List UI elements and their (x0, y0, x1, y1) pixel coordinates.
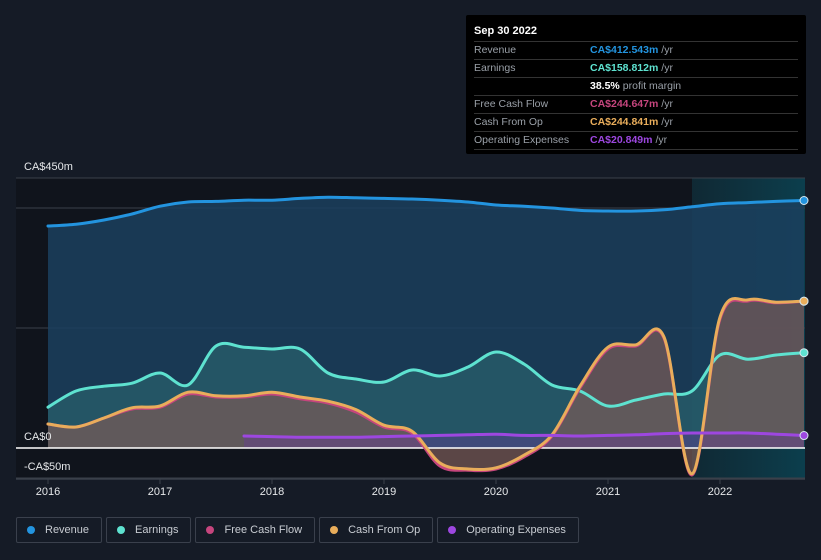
tooltip-row-label: Free Cash Flow (474, 98, 549, 110)
tooltip-row-label: Operating Expenses (474, 134, 570, 146)
endpoint-earnings (799, 348, 809, 358)
x-tick-label: 2018 (260, 486, 284, 498)
tooltip-row-unit: /yr (661, 62, 673, 74)
y-tick-label-zero: CA$0 (24, 431, 52, 443)
tooltip-row-unit: profit margin (622, 80, 682, 92)
tooltip-row: Cash From Op CA$244.841m/yr (474, 114, 798, 132)
tooltip-row-value: CA$158.812m (590, 62, 659, 74)
x-tick-label: 2019 (372, 486, 396, 498)
legend-dot-icon (117, 526, 126, 534)
tooltip-row-label: Revenue (474, 44, 517, 56)
tooltip-row-unit: /yr (661, 116, 673, 128)
legend-label: Cash From Op (348, 524, 421, 536)
tooltip-row-value: CA$244.647m (590, 98, 659, 110)
tooltip-row: Operating Expenses CA$20.849m/yr (474, 132, 798, 150)
legend-dot-icon (448, 526, 457, 534)
legend-item-revenue[interactable]: Revenue (16, 517, 103, 543)
tooltip-row-value: 38.5% (590, 80, 620, 92)
tooltip-row: Earnings CA$158.812m/yr (474, 60, 798, 78)
x-tick-label: 2021 (596, 486, 620, 498)
x-tick-label: 2016 (36, 486, 60, 498)
legend-label: Revenue (45, 524, 90, 536)
tooltip-row-unit: /yr (661, 98, 673, 110)
x-tick-label: 2022 (708, 486, 732, 498)
legend-item-earnings[interactable]: Earnings (106, 517, 192, 543)
y-tick-label-bottom: -CA$50m (24, 461, 70, 473)
legend-label: Free Cash Flow (224, 524, 303, 536)
y-tick-label-top: CA$450m (24, 161, 73, 173)
legend-label: Operating Expenses (466, 524, 566, 536)
tooltip-row-value: CA$412.543m (590, 44, 659, 56)
tooltip-row: Free Cash Flow CA$244.647m/yr (474, 96, 798, 114)
tooltip-row-value: CA$20.849m (590, 134, 653, 146)
tooltip: Sep 30 2022 Revenue CA$412.543m/yr Earning… (466, 15, 806, 154)
x-tick-label: 2020 (484, 486, 508, 498)
tooltip-row-unit: /yr (655, 134, 668, 146)
tooltip-row-value: CA$244.841m (590, 116, 659, 128)
legend-label: Earnings (135, 524, 179, 536)
legend-item-operating-expenses[interactable]: Operating Expenses (437, 517, 579, 543)
legend-dot-icon (206, 526, 215, 534)
legend-dot-icon (330, 526, 339, 534)
legend-dot-icon (27, 526, 35, 534)
endpoint-cash-from-op (799, 296, 809, 306)
legend-item-free-cash-flow[interactable]: Free Cash Flow (195, 517, 316, 543)
legend-item-cash-from-op[interactable]: Cash From Op (319, 517, 434, 543)
endpoint-operating-expenses (799, 431, 809, 441)
tooltip-row: 38.5% profit margin (474, 78, 798, 96)
tooltip-row-label: Cash From Op (474, 116, 543, 128)
legend: Revenue Earnings Free Cash Flow Cash From O… (16, 517, 579, 543)
tooltip-row-label: Earnings (474, 62, 516, 74)
tooltip-row: Revenue CA$412.543m/yr (474, 42, 798, 60)
endpoint-revenue (799, 196, 809, 205)
tooltip-row-unit: /yr (661, 44, 673, 56)
x-tick-label: 2017 (148, 486, 172, 498)
tooltip-row-label (474, 78, 590, 95)
tooltip-date: Sep 30 2022 (474, 23, 798, 42)
